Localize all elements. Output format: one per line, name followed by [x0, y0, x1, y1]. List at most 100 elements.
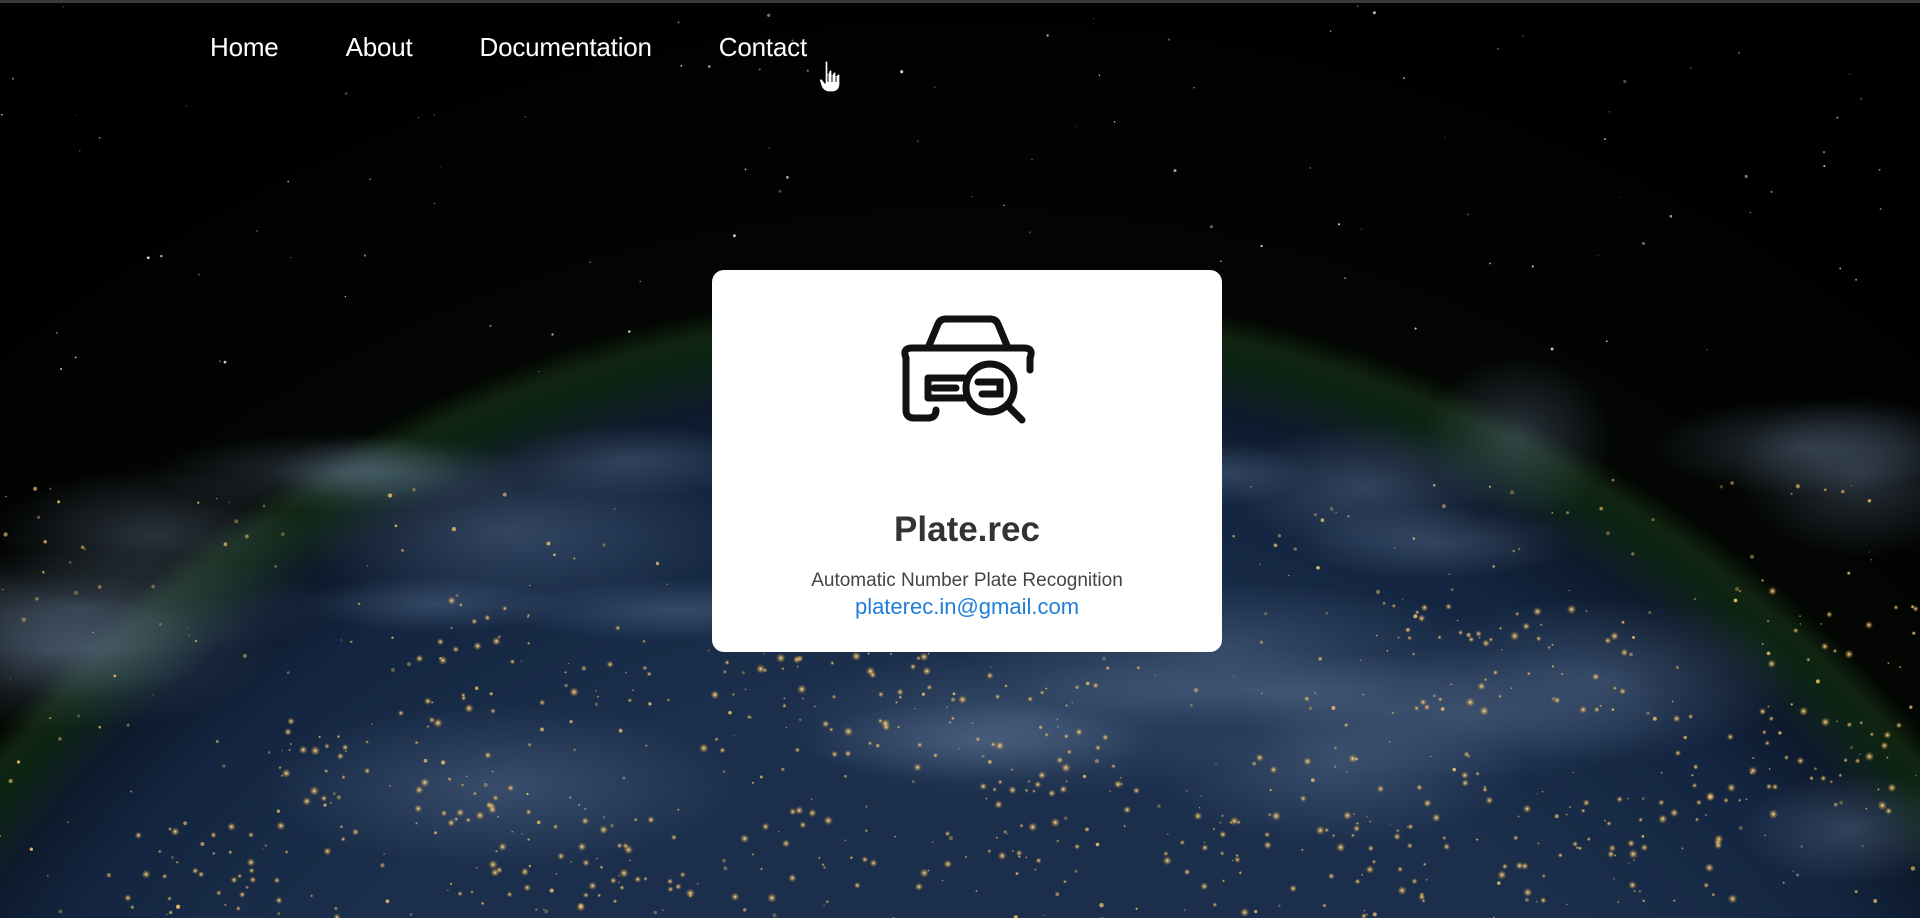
- star-dot: [1620, 196, 1622, 198]
- city-light: [1386, 649, 1389, 652]
- city-light: [1767, 659, 1777, 669]
- city-light: [1371, 859, 1377, 865]
- star-dot: [1329, 30, 1332, 32]
- city-light: [456, 808, 465, 817]
- city-light: [227, 501, 230, 504]
- city-light: [1694, 817, 1700, 822]
- city-light: [1011, 849, 1014, 852]
- city-light: [35, 596, 39, 601]
- city-light: [1411, 877, 1418, 885]
- city-light: [1269, 789, 1272, 792]
- city-light: [1269, 765, 1278, 774]
- city-light: [1629, 652, 1633, 657]
- city-light: [1633, 889, 1637, 893]
- city-light: [1064, 703, 1069, 708]
- city-light: [1823, 488, 1827, 492]
- city-light: [1839, 800, 1843, 805]
- city-light: [1466, 632, 1471, 637]
- city-light: [1880, 741, 1889, 750]
- city-light: [406, 662, 412, 667]
- city-light: [1278, 904, 1281, 907]
- city-light: [919, 868, 930, 878]
- city-light: [1719, 485, 1724, 489]
- city-light: [1395, 828, 1400, 833]
- city-light: [1641, 796, 1645, 801]
- city-light: [1461, 779, 1470, 787]
- star-dot: [1098, 74, 1101, 77]
- city-light: [1887, 661, 1890, 665]
- city-light: [1876, 787, 1881, 792]
- city-light: [728, 711, 732, 715]
- city-light: [740, 833, 750, 844]
- city-light: [569, 796, 572, 799]
- city-light: [1314, 692, 1317, 694]
- city-light: [876, 744, 880, 748]
- city-light: [1799, 622, 1802, 626]
- nav-documentation-link[interactable]: Documentation: [480, 32, 652, 63]
- star-dot: [1360, 228, 1362, 230]
- city-light: [1669, 808, 1679, 818]
- city-light: [1768, 768, 1771, 770]
- city-light: [1193, 687, 1199, 693]
- city-light: [434, 831, 437, 835]
- nav-home-link[interactable]: Home: [210, 32, 279, 63]
- city-light: [391, 636, 394, 639]
- city-light: [1273, 543, 1278, 548]
- city-light: [916, 741, 923, 748]
- city-light: [1268, 813, 1272, 817]
- city-light: [1593, 706, 1600, 713]
- city-light: [1726, 733, 1734, 741]
- city-light: [544, 909, 549, 914]
- city-light: [1492, 669, 1499, 676]
- city-light: [409, 912, 413, 916]
- city-light: [1580, 808, 1586, 814]
- city-light: [1554, 814, 1559, 819]
- city-light: [1414, 609, 1420, 615]
- city-light: [724, 659, 730, 666]
- city-light: [606, 660, 614, 668]
- city-light: [866, 652, 871, 656]
- city-light: [1850, 485, 1852, 487]
- city-light: [1895, 722, 1903, 729]
- city-light: [1055, 892, 1060, 897]
- city-light: [1006, 832, 1009, 835]
- city-light: [723, 866, 728, 871]
- city-light: [1432, 694, 1436, 698]
- city-light: [1749, 554, 1755, 559]
- city-light: [919, 652, 929, 662]
- contact-email-link[interactable]: platerec.in@gmail.com: [712, 594, 1222, 620]
- city-light: [1833, 649, 1837, 653]
- city-light: [92, 631, 94, 634]
- city-light: [975, 890, 978, 892]
- star-dot: [1309, 167, 1312, 169]
- city-light: [1442, 843, 1451, 851]
- nav-contact-link[interactable]: Contact: [719, 32, 807, 63]
- city-light: [1657, 799, 1665, 806]
- city-light: [759, 775, 763, 779]
- city-light: [1627, 839, 1636, 848]
- nav-about-link[interactable]: About: [346, 32, 413, 63]
- city-light: [1271, 811, 1282, 821]
- city-light: [97, 585, 102, 589]
- city-light: [1864, 807, 1868, 811]
- city-light: [1354, 878, 1361, 885]
- city-light: [1535, 635, 1542, 642]
- city-light: [1162, 856, 1172, 866]
- city-light: [1864, 751, 1875, 762]
- city-light: [1327, 872, 1335, 880]
- city-light: [1406, 825, 1409, 828]
- star-dot: [1605, 340, 1608, 343]
- city-light: [237, 873, 243, 879]
- city-light: [1212, 902, 1218, 908]
- city-light: [1522, 622, 1531, 631]
- city-light: [981, 754, 985, 758]
- window-top-border: [0, 0, 1920, 3]
- city-light: [853, 881, 861, 889]
- city-light: [1627, 797, 1629, 800]
- city-light: [772, 913, 777, 918]
- city-light: [950, 716, 956, 721]
- city-light: [1422, 862, 1427, 867]
- city-light: [523, 883, 532, 892]
- city-light: [528, 864, 532, 868]
- star-dot: [628, 330, 631, 333]
